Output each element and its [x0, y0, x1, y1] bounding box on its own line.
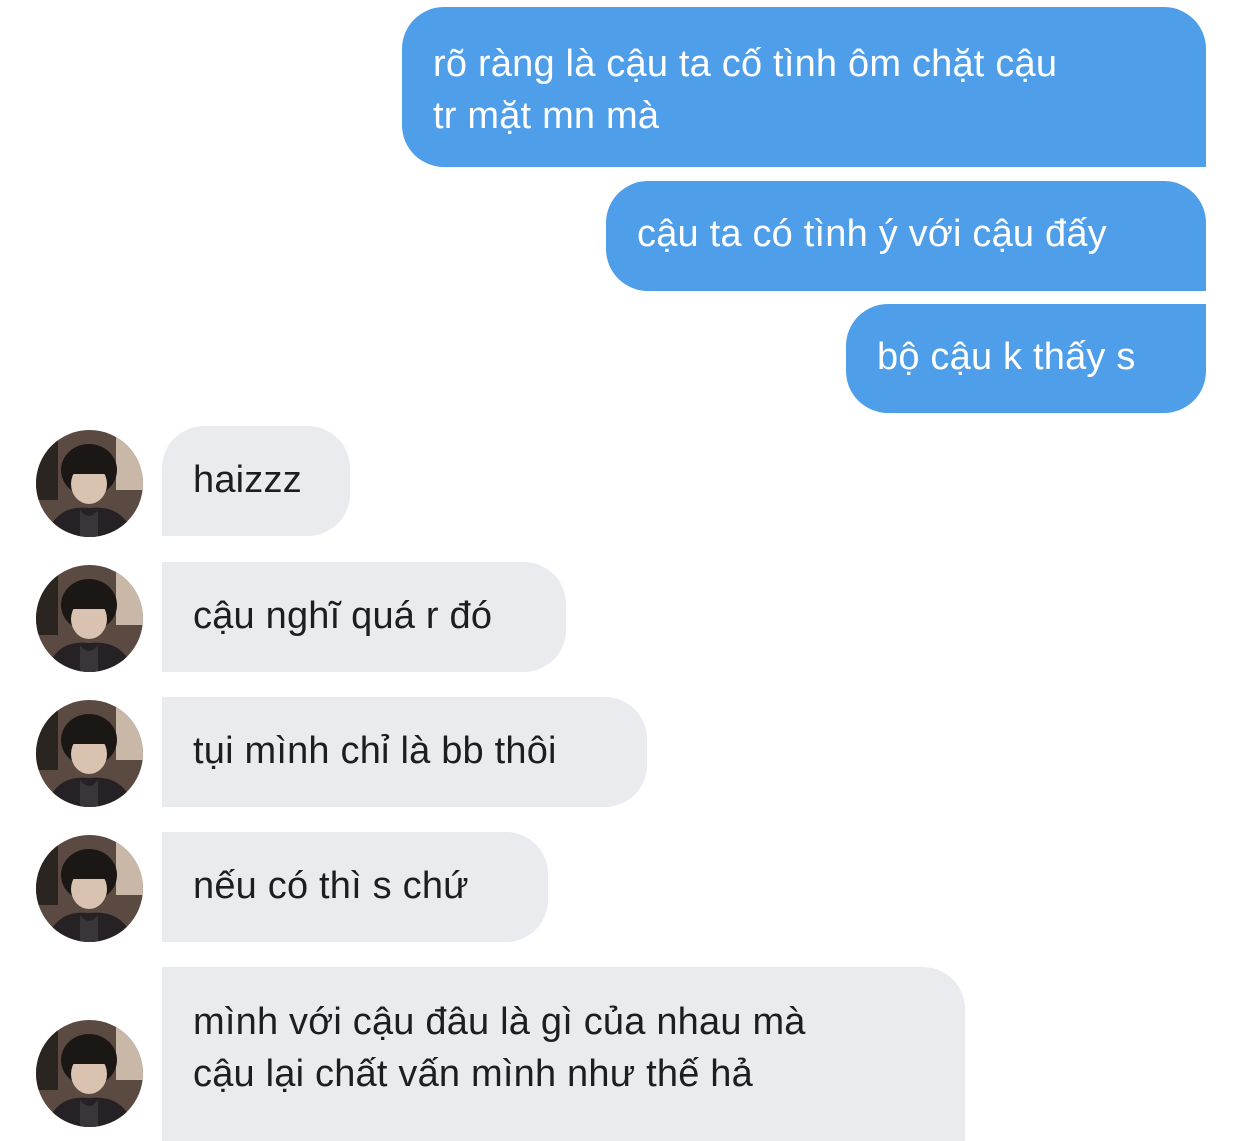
message-bubble-outgoing[interactable]: cậu ta có tình ý với cậu đấy	[606, 181, 1206, 291]
avatar[interactable]	[36, 700, 143, 807]
message-bubble-incoming[interactable]: cậu nghĩ quá r đó	[162, 562, 566, 672]
message-bubble-outgoing[interactable]: rõ ràng là cậu ta cố tình ôm chặt cậu tr…	[402, 7, 1206, 167]
message-bubble-outgoing[interactable]: bộ cậu k thấy s	[846, 304, 1206, 413]
message-bubble-incoming[interactable]: tụi mình chỉ là bb thôi	[162, 697, 647, 807]
message-bubble-incoming[interactable]: haizzz	[162, 426, 350, 536]
avatar[interactable]	[36, 430, 143, 537]
message-bubble-incoming[interactable]: mình với cậu đâu là gì của nhau mà cậu l…	[162, 967, 965, 1141]
avatar[interactable]	[36, 835, 143, 942]
avatar[interactable]	[36, 565, 143, 672]
message-bubble-incoming[interactable]: nếu có thì s chứ	[162, 832, 548, 942]
avatar[interactable]	[36, 1020, 143, 1127]
